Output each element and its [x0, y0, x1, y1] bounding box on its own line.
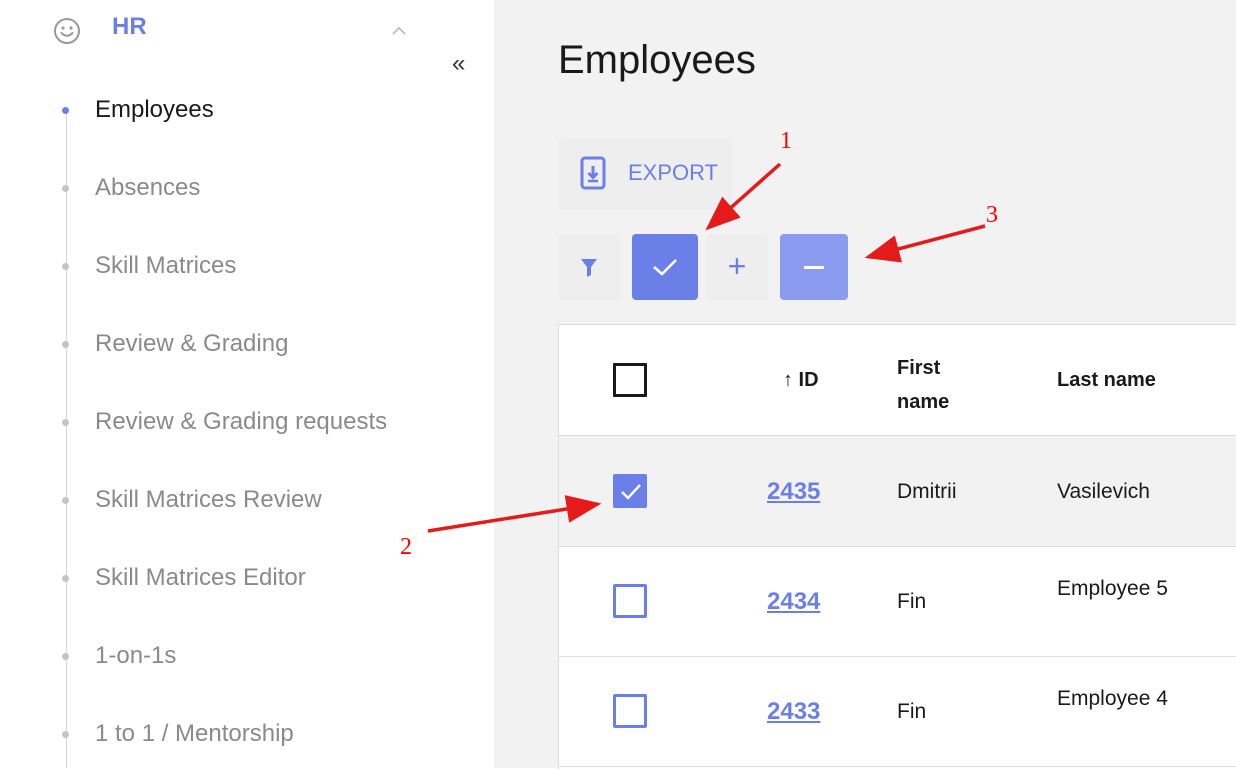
- table-row[interactable]: 2434 Fin Employee 5: [559, 546, 1236, 657]
- plus-icon: +: [727, 248, 747, 284]
- chevron-up-icon[interactable]: [390, 24, 408, 38]
- select-all-button[interactable]: [632, 234, 698, 300]
- check-icon: [653, 259, 677, 276]
- sidebar-item-mentorship[interactable]: 1 to 1 / Mentorship: [58, 716, 478, 756]
- employee-id-link[interactable]: 2435: [767, 478, 820, 506]
- section-title[interactable]: HR: [112, 13, 147, 41]
- last-name-cell: Employee 4: [1057, 687, 1168, 710]
- employee-id-link[interactable]: 2434: [767, 588, 820, 616]
- table-row[interactable]: 2435 Dmitrii Vasilevich: [559, 436, 1236, 547]
- sidebar-item-skill-matrices-review[interactable]: Skill Matrices Review: [58, 482, 478, 522]
- sidebar-item-label: Skill Matrices: [95, 252, 237, 279]
- page-title: Employees: [558, 38, 756, 82]
- column-header-last-name[interactable]: Last name: [1057, 369, 1156, 392]
- export-file-icon: [580, 156, 606, 190]
- sidebar-item-review-grading-requests[interactable]: Review & Grading requests: [58, 404, 478, 444]
- sidebar-item-label: Skill Matrices Editor: [95, 564, 306, 591]
- table-header-row: ↑ ID First name Last name: [559, 325, 1236, 436]
- employee-id-link[interactable]: 2433: [767, 698, 820, 726]
- column-header-first-name[interactable]: First name: [897, 351, 977, 419]
- last-name-cell: Vasilevich: [1057, 480, 1150, 503]
- nav-dot: [62, 263, 69, 270]
- export-label: EXPORT: [628, 160, 719, 185]
- employees-table: ↑ ID First name Last name 2435 Dmitrii V…: [558, 324, 1236, 769]
- first-name-cell: Fin: [897, 700, 927, 723]
- row-checkbox[interactable]: [613, 474, 647, 508]
- annotation-number-3: 3: [986, 202, 998, 228]
- sidebar-item-label: 1 to 1 / Mentorship: [95, 720, 294, 747]
- table-row[interactable]: 2433 Fin Employee 4: [559, 656, 1236, 767]
- row-checkbox[interactable]: [613, 694, 647, 728]
- sidebar-item-review-grading[interactable]: Review & Grading: [58, 326, 478, 366]
- filter-icon: [581, 259, 597, 277]
- sidebar-item-1-on-1s[interactable]: 1-on-1s: [58, 638, 478, 678]
- export-button[interactable]: EXPORT: [558, 138, 732, 210]
- filter-button[interactable]: [558, 234, 620, 300]
- collapse-sidebar-button[interactable]: «: [452, 52, 465, 76]
- sidebar-item-absences[interactable]: Absences: [58, 170, 478, 210]
- nav-dot: [62, 653, 69, 660]
- minus-icon: [804, 266, 824, 269]
- sidebar-item-skill-matrices-editor[interactable]: Skill Matrices Editor: [58, 560, 478, 600]
- first-name-cell: Fin: [897, 590, 927, 613]
- nav-dot: [62, 107, 69, 114]
- sidebar-item-label: Review & Grading requests: [95, 408, 388, 435]
- sidebar-item-label: 1-on-1s: [95, 642, 177, 669]
- nav-dot: [62, 575, 69, 582]
- row-checkbox[interactable]: [613, 584, 647, 618]
- sidebar-item-label: Employees: [95, 96, 214, 123]
- check-icon: [621, 484, 641, 500]
- sidebar-item-employees[interactable]: Employees: [58, 92, 478, 132]
- sidebar-item-skill-matrices[interactable]: Skill Matrices: [58, 248, 478, 288]
- column-header-id[interactable]: ↑ ID: [783, 369, 819, 392]
- annotation-number-2: 2: [400, 534, 412, 560]
- select-all-checkbox[interactable]: [613, 363, 647, 397]
- annotation-number-1: 1: [780, 128, 792, 154]
- deselect-button[interactable]: [780, 234, 848, 300]
- sidebar-item-label: Absences: [95, 174, 201, 201]
- add-button[interactable]: +: [706, 234, 768, 300]
- sidebar: HR « Employees Absences Skill Matrices R…: [0, 0, 494, 768]
- sidebar-item-label: Skill Matrices Review: [95, 486, 322, 513]
- smiley-icon: [54, 18, 80, 44]
- nav-dot: [62, 497, 69, 504]
- main-content: Employees EXPORT + ↑ ID First name Last …: [494, 0, 1236, 769]
- first-name-cell: Dmitrii: [897, 480, 957, 503]
- sidebar-item-label: Review & Grading: [95, 330, 289, 357]
- last-name-cell: Employee 5: [1057, 577, 1168, 600]
- nav-dot: [62, 731, 69, 738]
- nav-dot: [62, 341, 69, 348]
- nav-dot: [62, 419, 69, 426]
- nav-dot: [62, 185, 69, 192]
